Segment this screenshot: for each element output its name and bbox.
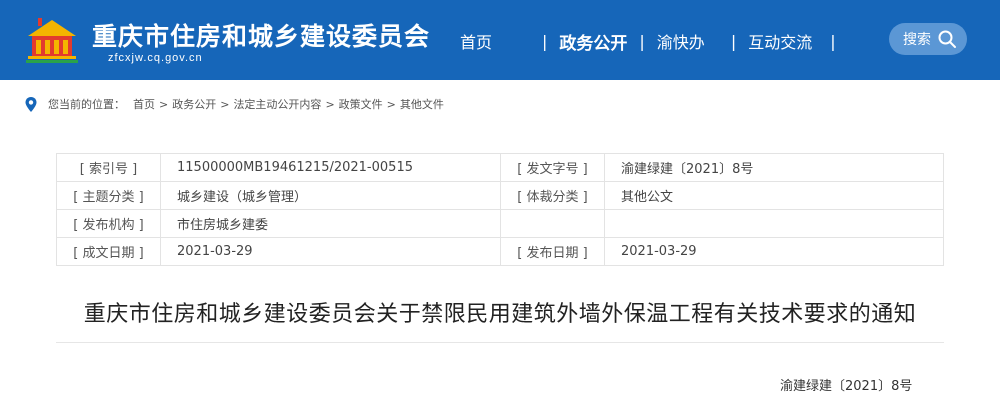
issuer-label: [ 发布机构 ]: [56, 209, 161, 238]
table-row: [ 发布机构 ] 市住房城乡建委: [56, 209, 944, 238]
breadcrumb-statutory-disclosure[interactable]: 法定主动公开内容: [233, 96, 321, 112]
site-title[interactable]: 重庆市住房和城乡建设委员会: [92, 17, 430, 53]
empty-cell: [500, 209, 605, 238]
search-button-label: 搜索: [903, 32, 931, 48]
document-meta-table: [ 索引号 ] 11500000MB19461215/2021-00515 [ …: [56, 153, 944, 266]
genre-label: [ 体裁分类 ]: [500, 181, 605, 210]
main-nav: 首页 | 政务公开 | 渝快办 | 互动交流 |: [460, 28, 848, 54]
breadcrumb-separator: >: [386, 97, 396, 111]
empty-cell: [604, 209, 944, 238]
created-date-value: 2021-03-29: [160, 237, 501, 266]
breadcrumb-separator: >: [159, 97, 169, 111]
breadcrumb-separator: >: [325, 97, 335, 111]
nav-interaction[interactable]: 互动交流: [748, 29, 812, 53]
nav-separator: |: [730, 31, 737, 51]
nav-separator: |: [639, 31, 645, 51]
location-pin-icon: [25, 96, 37, 112]
published-date-label: [ 发布日期 ]: [500, 237, 605, 266]
doc-no-label: [ 发文字号 ]: [500, 153, 605, 182]
search-icon: [938, 30, 956, 48]
table-row: [ 索引号 ] 11500000MB19461215/2021-00515 [ …: [56, 153, 944, 182]
created-date-label: [ 成文日期 ]: [56, 237, 161, 266]
genre-value: 其他公文: [604, 181, 944, 210]
table-row: [ 成文日期 ] 2021-03-29 [ 发布日期 ] 2021-03-29: [56, 237, 944, 266]
search-button[interactable]: 搜索: [889, 23, 967, 55]
nav-separator: |: [830, 31, 836, 51]
nav-government-affairs[interactable]: 政务公开: [559, 29, 627, 54]
topic-value: 城乡建设（城乡管理）: [160, 181, 501, 210]
nav-home[interactable]: 首页: [460, 29, 492, 53]
index-no-label: [ 索引号 ]: [56, 153, 161, 182]
published-date-value: 2021-03-29: [604, 237, 944, 266]
nav-separator: |: [542, 31, 548, 51]
table-row: [ 主题分类 ] 城乡建设（城乡管理） [ 体裁分类 ] 其他公文: [56, 181, 944, 210]
topic-label: [ 主题分类 ]: [56, 181, 161, 210]
index-no-value: 11500000MB19461215/2021-00515: [160, 153, 501, 182]
breadcrumb-home[interactable]: 首页: [133, 96, 155, 112]
document-number: 渝建绿建〔2021〕8号: [780, 379, 913, 394]
site-header: 重庆市住房和城乡建设委员会 zfcxjw.cq.gov.cn 首页 | 政务公开…: [0, 0, 1000, 80]
doc-no-value: 渝建绿建〔2021〕8号: [604, 153, 944, 182]
breadcrumb-government-affairs[interactable]: 政务公开: [172, 96, 216, 112]
document-title: 重庆市住房和城乡建设委员会关于禁限民用建筑外墙外保温工程有关技术要求的通知: [83, 302, 917, 327]
breadcrumb-policy-documents[interactable]: 政策文件: [339, 96, 383, 112]
site-domain: zfcxjw.cq.gov.cn: [108, 52, 203, 64]
issuer-value: 市住房城乡建委: [160, 209, 501, 238]
government-emblem-logo[interactable]: [24, 14, 80, 66]
breadcrumb-separator: >: [220, 97, 230, 111]
breadcrumb: 您当前的位置： 首页 > 政务公开 > 法定主动公开内容 > 政策文件 > 其他…: [24, 95, 444, 113]
nav-yukuaiban[interactable]: 渝快办: [657, 29, 705, 53]
divider: [56, 342, 944, 343]
breadcrumb-other-documents[interactable]: 其他文件: [400, 96, 444, 112]
breadcrumb-prefix: 您当前的位置：: [48, 98, 125, 111]
